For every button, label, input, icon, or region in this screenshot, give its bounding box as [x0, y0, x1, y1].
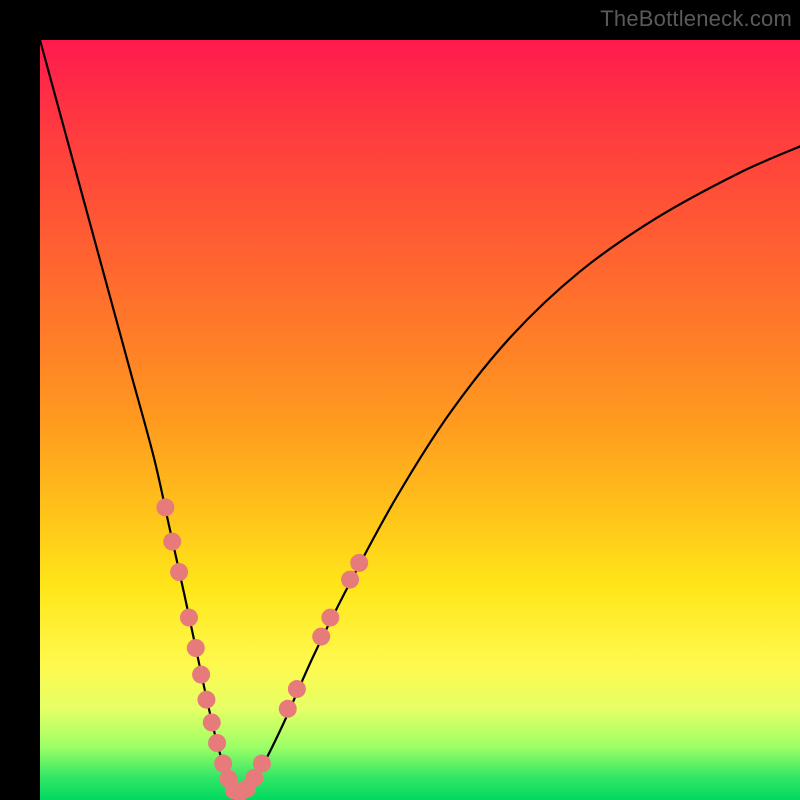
curve-marker	[203, 713, 221, 731]
bottleneck-curve	[40, 40, 800, 793]
curve-marker	[253, 755, 271, 773]
curve-marker	[208, 734, 226, 752]
plot-area	[40, 40, 800, 800]
curve-marker	[156, 498, 174, 516]
curve-marker	[288, 680, 306, 698]
curve-marker	[197, 691, 215, 709]
curve-marker	[180, 609, 198, 627]
curve-marker	[187, 639, 205, 657]
curve-marker	[163, 533, 181, 551]
curve-marker	[321, 609, 339, 627]
curve-marker	[312, 628, 330, 646]
curve-marker	[350, 554, 368, 572]
curve-markers	[156, 498, 368, 800]
watermark-text: TheBottleneck.com	[600, 6, 792, 32]
chart-svg	[40, 40, 800, 800]
curve-marker	[170, 563, 188, 581]
chart-frame: TheBottleneck.com	[0, 0, 800, 800]
curve-marker	[341, 571, 359, 589]
curve-marker	[279, 700, 297, 718]
curve-marker	[192, 666, 210, 684]
